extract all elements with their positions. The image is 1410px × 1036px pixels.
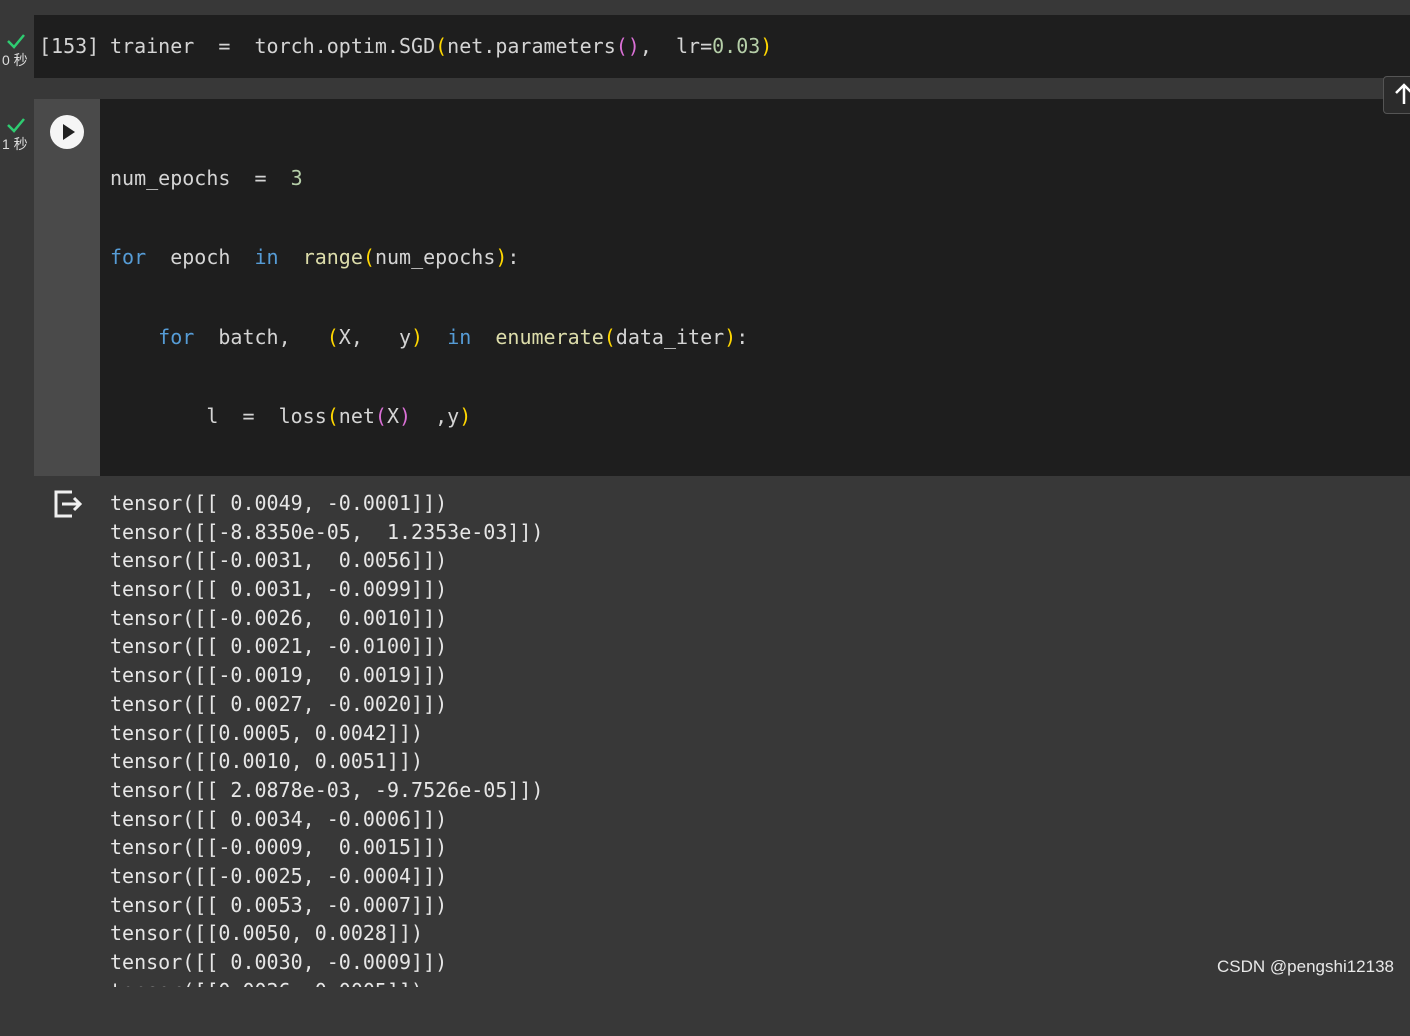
output-line: tensor([[ 0.0030, -0.0009]]) [110,950,448,974]
execution-time: 0 秒 [2,52,28,68]
output-line: tensor([[ 0.0034, -0.0006]]) [110,806,448,831]
play-icon [63,124,75,140]
output-line: tensor([[-0.0031, 0.0056]]) [110,548,448,573]
output-line: tensor([[0.0005, 0.0042]]) [110,720,424,745]
output-icon[interactable] [50,486,86,522]
output-line: tensor([[ 0.0031, -0.0099]]) [110,577,448,602]
output-line: tensor([[-0.0026, 0.0010]]) [110,605,448,630]
code-editor[interactable]: trainer = torch.optim.SGD(net.parameters… [110,34,772,58]
output-line: tensor([[ 0.0049, -0.0001]]) [110,491,448,515]
run-column [34,99,100,476]
output-line: tensor([[ 0.0027, -0.0020]]) [110,691,448,716]
output-line: tensor([[-0.0009, 0.0015]]) [110,835,448,860]
output-line: tensor([[-0.0025, -0.0004]]) [110,863,448,888]
output-text: tensor([[ 0.0049, -0.0001]]) tensor([[-8.… [110,489,543,987]
watermark: CSDN @pengshi12138 [1217,957,1394,976]
output-line: tensor([[ 0.0053, -0.0007]]) [110,892,448,917]
output-line: tensor([[0.0010, 0.0051]]) [110,749,424,774]
cell-2-gutter: 1 秒 [0,114,34,164]
output-line: tensor([[0.0050, 0.0028]]) [110,921,424,946]
code-line: l = loss(net(X) ,y) [110,404,472,429]
cell-output: tensor([[ 0.0049, -0.0001]]) tensor([[-8.… [34,476,1410,987]
code-line: num_epochs = 3 [110,166,303,190]
execution-count: [153] [39,34,100,58]
output-line: tensor([[ 0.0021, -0.0100]]) [110,634,448,659]
run-cell-button[interactable] [50,115,84,149]
check-icon [7,118,25,133]
check-icon [7,34,25,49]
scroll-to-top-button[interactable] [1383,76,1410,114]
output-line: tensor([[-8.8350e-05, 1.2353e-03]]) [110,519,544,544]
code-line: for epoch in range(num_epochs): [110,245,520,270]
code-cell-1[interactable]: [153] trainer = torch.optim.SGD(net.para… [34,15,1410,78]
output-line: tensor([[0.0026, 0.0005]]) [110,977,543,987]
code-line: for batch, (X, y) in enumerate(data_iter… [158,324,749,349]
arrow-up-icon [1395,83,1410,104]
output-line: tensor([[-0.0019, 0.0019]]) [110,663,448,688]
code-line: trainer = torch.optim.SGD(net.parameters… [110,34,773,58]
output-line: tensor([[ 2.0878e-03, -9.7526e-05]]) [110,777,544,802]
execution-time: 1 秒 [2,136,28,152]
code-cell-2[interactable]: num_epochs = 3 for epoch in range(num_ep… [34,99,1410,984]
cell-1-gutter: 0 秒 [0,30,34,80]
